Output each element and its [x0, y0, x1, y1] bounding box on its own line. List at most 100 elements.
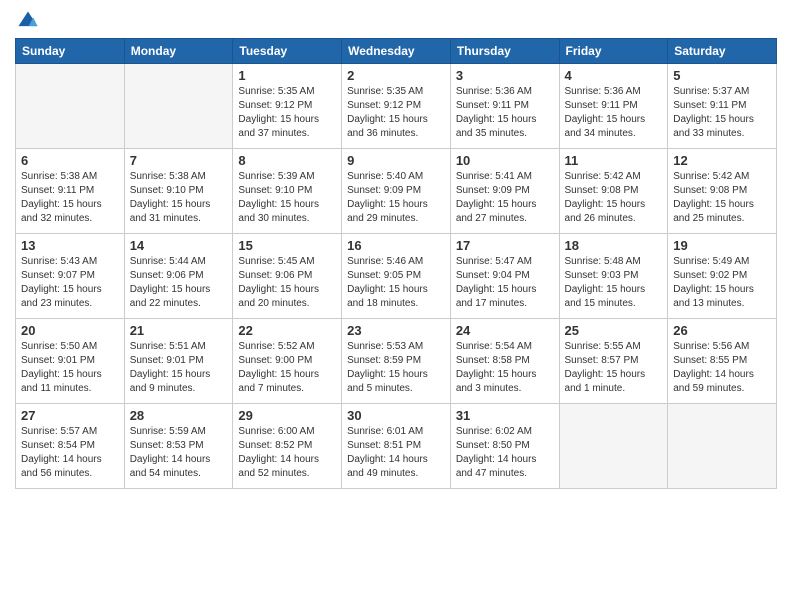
calendar-cell: 9 Sunrise: 5:40 AMSunset: 9:09 PMDaylight…	[342, 149, 451, 234]
day-info: Sunrise: 5:47 AMSunset: 9:04 PMDaylight:…	[456, 255, 554, 311]
day-info: Sunrise: 5:35 AMSunset: 9:12 PMDaylight:…	[347, 85, 445, 141]
day-info: Sunrise: 6:01 AMSunset: 8:51 PMDaylight:…	[347, 425, 445, 481]
calendar-cell: 8 Sunrise: 5:39 AMSunset: 9:10 PMDaylight…	[233, 149, 342, 234]
calendar-cell: 2 Sunrise: 5:35 AMSunset: 9:12 PMDaylight…	[342, 64, 451, 149]
day-info: Sunrise: 5:54 AMSunset: 8:58 PMDaylight:…	[456, 340, 554, 396]
day-number: 2	[347, 68, 445, 83]
calendar-cell: 14 Sunrise: 5:44 AMSunset: 9:06 PMDayligh…	[124, 234, 233, 319]
day-info: Sunrise: 5:55 AMSunset: 8:57 PMDaylight:…	[565, 340, 663, 396]
calendar-cell: 16 Sunrise: 5:46 AMSunset: 9:05 PMDayligh…	[342, 234, 451, 319]
weekday-header: Friday	[559, 39, 668, 64]
day-number: 21	[130, 323, 228, 338]
weekday-header: Saturday	[668, 39, 777, 64]
calendar-cell: 19 Sunrise: 5:49 AMSunset: 9:02 PMDayligh…	[668, 234, 777, 319]
day-info: Sunrise: 5:46 AMSunset: 9:05 PMDaylight:…	[347, 255, 445, 311]
day-number: 25	[565, 323, 663, 338]
day-info: Sunrise: 5:50 AMSunset: 9:01 PMDaylight:…	[21, 340, 119, 396]
day-info: Sunrise: 6:00 AMSunset: 8:52 PMDaylight:…	[238, 425, 336, 481]
day-number: 3	[456, 68, 554, 83]
weekday-header: Tuesday	[233, 39, 342, 64]
day-number: 12	[673, 153, 771, 168]
calendar-cell: 28 Sunrise: 5:59 AMSunset: 8:53 PMDayligh…	[124, 404, 233, 489]
day-number: 13	[21, 238, 119, 253]
weekday-header: Wednesday	[342, 39, 451, 64]
day-info: Sunrise: 5:37 AMSunset: 9:11 PMDaylight:…	[673, 85, 771, 141]
day-info: Sunrise: 5:36 AMSunset: 9:11 PMDaylight:…	[565, 85, 663, 141]
day-number: 27	[21, 408, 119, 423]
day-number: 29	[238, 408, 336, 423]
day-number: 31	[456, 408, 554, 423]
day-info: Sunrise: 5:49 AMSunset: 9:02 PMDaylight:…	[673, 255, 771, 311]
day-number: 28	[130, 408, 228, 423]
calendar-cell: 23 Sunrise: 5:53 AMSunset: 8:59 PMDayligh…	[342, 319, 451, 404]
day-number: 18	[565, 238, 663, 253]
calendar-cell: 31Sunrise: 6:02 AMSunset: 8:50 PMDayligh…	[450, 404, 559, 489]
calendar: SundayMondayTuesdayWednesdayThursdayFrid…	[15, 38, 777, 489]
calendar-cell: 22 Sunrise: 5:52 AMSunset: 9:00 PMDayligh…	[233, 319, 342, 404]
day-number: 16	[347, 238, 445, 253]
day-info: Sunrise: 5:39 AMSunset: 9:10 PMDaylight:…	[238, 170, 336, 226]
day-info: Sunrise: 5:38 AMSunset: 9:11 PMDaylight:…	[21, 170, 119, 226]
day-info: Sunrise: 5:35 AMSunset: 9:12 PMDaylight:…	[238, 85, 336, 141]
weekday-header-row: SundayMondayTuesdayWednesdayThursdayFrid…	[16, 39, 777, 64]
calendar-cell: 7Sunrise: 5:38 AMSunset: 9:10 PMDaylight…	[124, 149, 233, 234]
week-row: 1Sunrise: 5:35 AMSunset: 9:12 PMDaylight…	[16, 64, 777, 149]
calendar-cell: 20Sunrise: 5:50 AMSunset: 9:01 PMDayligh…	[16, 319, 125, 404]
week-row: 6 Sunrise: 5:38 AMSunset: 9:11 PMDaylight…	[16, 149, 777, 234]
day-number: 26	[673, 323, 771, 338]
calendar-cell: 29 Sunrise: 6:00 AMSunset: 8:52 PMDayligh…	[233, 404, 342, 489]
calendar-cell: 30 Sunrise: 6:01 AMSunset: 8:51 PMDayligh…	[342, 404, 451, 489]
week-row: 27Sunrise: 5:57 AMSunset: 8:54 PMDayligh…	[16, 404, 777, 489]
calendar-cell	[668, 404, 777, 489]
calendar-cell: 6 Sunrise: 5:38 AMSunset: 9:11 PMDaylight…	[16, 149, 125, 234]
week-row: 13 Sunrise: 5:43 AMSunset: 9:07 PMDayligh…	[16, 234, 777, 319]
week-row: 20Sunrise: 5:50 AMSunset: 9:01 PMDayligh…	[16, 319, 777, 404]
calendar-cell: 15Sunrise: 5:45 AMSunset: 9:06 PMDayligh…	[233, 234, 342, 319]
day-number: 11	[565, 153, 663, 168]
day-info: Sunrise: 5:43 AMSunset: 9:07 PMDaylight:…	[21, 255, 119, 311]
calendar-cell: 1Sunrise: 5:35 AMSunset: 9:12 PMDaylight…	[233, 64, 342, 149]
calendar-cell: 18 Sunrise: 5:48 AMSunset: 9:03 PMDayligh…	[559, 234, 668, 319]
day-number: 5	[673, 68, 771, 83]
calendar-cell: 11 Sunrise: 5:42 AMSunset: 9:08 PMDayligh…	[559, 149, 668, 234]
day-number: 30	[347, 408, 445, 423]
day-number: 7	[130, 153, 228, 168]
calendar-cell: 25 Sunrise: 5:55 AMSunset: 8:57 PMDayligh…	[559, 319, 668, 404]
logo	[15, 10, 39, 32]
weekday-header: Sunday	[16, 39, 125, 64]
calendar-cell	[559, 404, 668, 489]
calendar-cell: 24Sunrise: 5:54 AMSunset: 8:58 PMDayligh…	[450, 319, 559, 404]
header	[15, 10, 777, 32]
day-number: 19	[673, 238, 771, 253]
calendar-cell: 12 Sunrise: 5:42 AMSunset: 9:08 PMDayligh…	[668, 149, 777, 234]
weekday-header: Monday	[124, 39, 233, 64]
day-number: 9	[347, 153, 445, 168]
day-number: 4	[565, 68, 663, 83]
day-number: 14	[130, 238, 228, 253]
day-number: 6	[21, 153, 119, 168]
calendar-cell: 13 Sunrise: 5:43 AMSunset: 9:07 PMDayligh…	[16, 234, 125, 319]
day-info: Sunrise: 5:59 AMSunset: 8:53 PMDaylight:…	[130, 425, 228, 481]
day-info: Sunrise: 5:44 AMSunset: 9:06 PMDaylight:…	[130, 255, 228, 311]
day-info: Sunrise: 5:45 AMSunset: 9:06 PMDaylight:…	[238, 255, 336, 311]
day-info: Sunrise: 5:36 AMSunset: 9:11 PMDaylight:…	[456, 85, 554, 141]
weekday-header: Thursday	[450, 39, 559, 64]
day-info: Sunrise: 5:48 AMSunset: 9:03 PMDaylight:…	[565, 255, 663, 311]
calendar-cell: 4 Sunrise: 5:36 AMSunset: 9:11 PMDaylight…	[559, 64, 668, 149]
day-info: Sunrise: 5:40 AMSunset: 9:09 PMDaylight:…	[347, 170, 445, 226]
day-info: Sunrise: 5:42 AMSunset: 9:08 PMDaylight:…	[565, 170, 663, 226]
day-info: Sunrise: 5:42 AMSunset: 9:08 PMDaylight:…	[673, 170, 771, 226]
calendar-cell	[16, 64, 125, 149]
day-number: 10	[456, 153, 554, 168]
day-number: 8	[238, 153, 336, 168]
day-number: 23	[347, 323, 445, 338]
day-number: 22	[238, 323, 336, 338]
calendar-cell: 3 Sunrise: 5:36 AMSunset: 9:11 PMDaylight…	[450, 64, 559, 149]
calendar-cell: 17Sunrise: 5:47 AMSunset: 9:04 PMDayligh…	[450, 234, 559, 319]
day-info: Sunrise: 5:53 AMSunset: 8:59 PMDaylight:…	[347, 340, 445, 396]
day-info: Sunrise: 5:52 AMSunset: 9:00 PMDaylight:…	[238, 340, 336, 396]
calendar-cell: 27Sunrise: 5:57 AMSunset: 8:54 PMDayligh…	[16, 404, 125, 489]
day-info: Sunrise: 5:51 AMSunset: 9:01 PMDaylight:…	[130, 340, 228, 396]
calendar-cell: 21 Sunrise: 5:51 AMSunset: 9:01 PMDayligh…	[124, 319, 233, 404]
day-info: Sunrise: 5:56 AMSunset: 8:55 PMDaylight:…	[673, 340, 771, 396]
